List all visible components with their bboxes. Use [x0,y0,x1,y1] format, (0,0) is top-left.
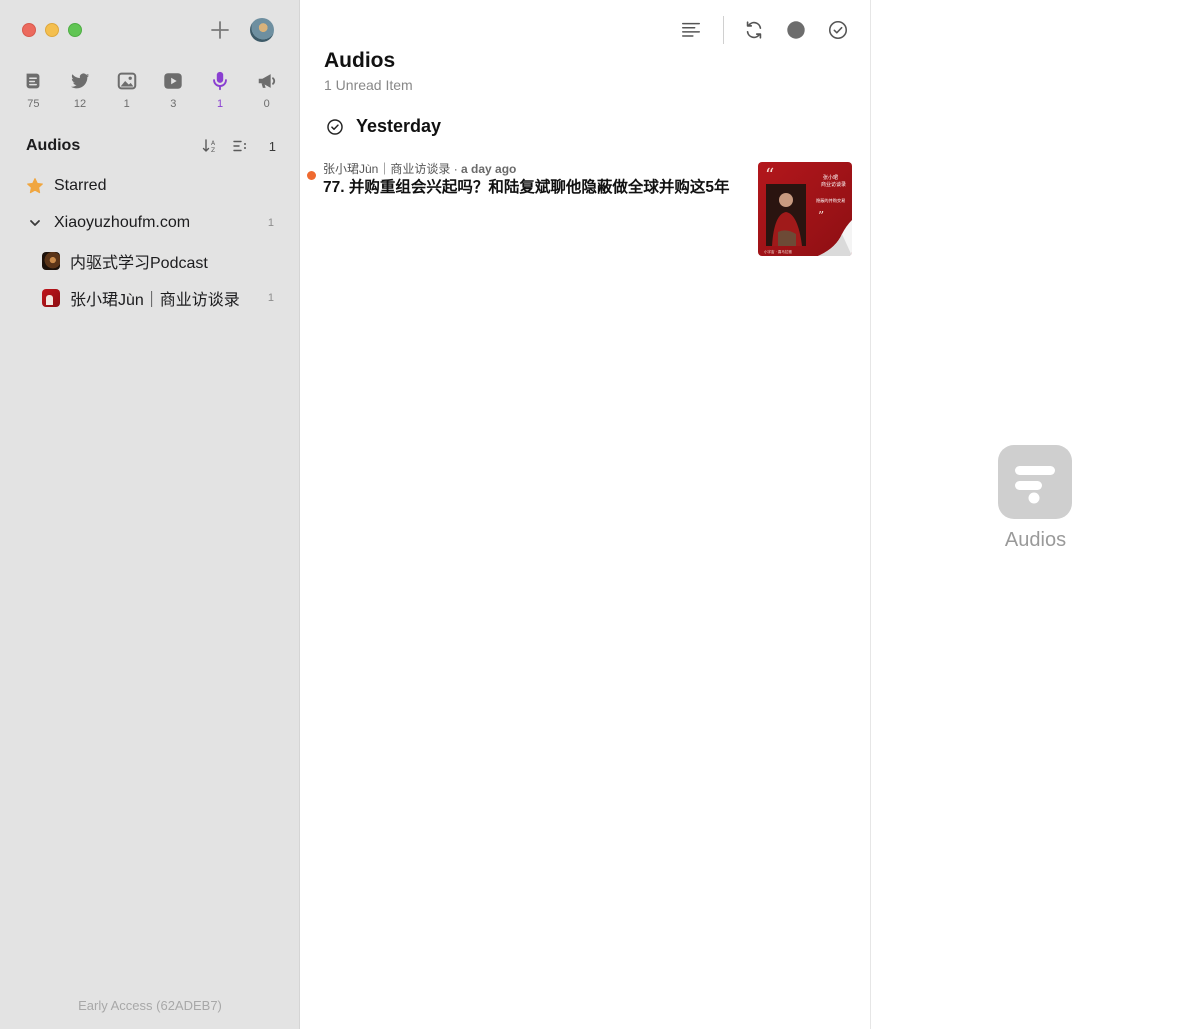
chevron-down-icon[interactable] [28,216,42,230]
user-avatar[interactable] [250,18,274,42]
date-group-label: Yesterday [356,116,442,136]
sidebar-feed-neiqu[interactable]: 内驱式学习Podcast [0,246,300,276]
entry-meta: 张小珺Jùn｜商业访谈录 · a day ago [323,160,516,177]
entry-title: 77. 并购重组会兴起吗？和陆复斌聊他隐蔽做全球并购这5年 [323,179,730,196]
svg-text:商业访谈录: 商业访谈录 [821,181,846,188]
refresh-button[interactable] [740,16,768,44]
sidebar-item-starred[interactable]: Starred [0,171,300,201]
sidebar-folder-xiaoyuzhoufm[interactable]: Xiaoyuzhoufm.com 1 [0,208,300,238]
text-align-left-icon [682,22,700,37]
star-icon [27,178,43,194]
svg-text:A: A [211,140,216,147]
filled-circle-icon [787,21,805,39]
entry-list-pane: Audios 1 Unread Item Yesterday 张小珺Jùn｜商业… [300,0,871,1029]
meta-separator: · [450,162,462,176]
refresh-icon [746,21,762,39]
entry-source: 张小珺Jùn｜商业访谈录 [323,162,451,176]
podcast-cover-icon [42,252,60,270]
megaphone-icon [258,74,275,88]
image-icon [117,72,136,90]
filter-count: 3 [170,98,177,110]
svg-text:“: “ [765,165,774,186]
sidebar-item-label: Xiaoyuzhoufm.com [54,214,191,231]
sidebar-item-label: 内驱式学习Podcast [70,255,208,272]
unread-badge: 1 [267,217,274,229]
empty-state-label: Audios [1004,529,1067,551]
entry-item[interactable]: 张小珺Jùn｜商业访谈录 · a day ago 77. 并购重组会兴起吗？和陆… [300,160,871,260]
sidebar-item-label: Starred [54,177,107,194]
unread-only-toggle[interactable] [782,16,810,44]
zoom-window-button[interactable] [68,23,82,37]
filter-count: 75 [27,98,40,110]
filter-videos[interactable]: 3 [150,70,197,110]
twitter-bird-icon [70,73,90,89]
unread-indicator [307,171,316,180]
app-logo-icon [998,445,1072,519]
list-toolbar [677,16,852,44]
svg-text:”: ” [818,209,824,223]
sidebar: 75 12 1 3 1 0 Audios A Z 1 Starred Xiaoy… [0,0,300,1029]
window-controls [22,23,82,37]
filter-pictures[interactable]: 1 [103,70,150,110]
check-circle-icon[interactable] [326,118,344,136]
filter-audios[interactable]: 1 [197,70,244,110]
unread-badge: 1 [267,292,274,304]
check-circle-icon [828,20,848,40]
sidebar-feed-zhangxiaojun[interactable]: 张小珺Jùn｜商业访谈录 1 [0,283,300,313]
add-feed-button[interactable] [208,18,232,42]
section-header: Audios A Z 1 [26,136,276,156]
microphone-icon [213,71,227,91]
filter-count: 0 [263,98,270,110]
content-type-filter-bar: 75 12 1 3 1 0 [10,70,290,110]
filter-count: 1 [216,98,224,110]
mark-all-read-button[interactable] [824,16,852,44]
section-title: Audios [26,137,81,154]
sort-alpha-icon[interactable]: A Z [202,138,218,154]
filter-count: 12 [73,98,87,110]
svg-text:小宇宙 · 喜马拉雅: 小宇宙 · 喜马拉雅 [764,249,792,254]
svg-text:隐蔽的并购交易: 隐蔽的并购交易 [816,197,845,204]
section-unread-count: 1 [268,138,276,154]
svg-text:Z: Z [211,147,215,154]
rss-scroll-icon [26,73,40,89]
list-filter-icon[interactable] [232,138,248,154]
video-play-icon [164,73,183,89]
podcast-cover-icon [42,289,60,307]
minimize-window-button[interactable] [45,23,59,37]
close-window-button[interactable] [22,23,36,37]
filter-count: 1 [123,98,130,110]
view-layout-button[interactable] [677,16,705,44]
detail-pane: Audios [871,0,1200,1029]
toolbar-divider [723,16,724,44]
filter-social[interactable]: 12 [57,70,104,110]
entry-time: a day ago [461,162,517,176]
unread-summary: 1 Unread Item [324,77,413,93]
plus-icon [211,21,229,39]
filter-notifications[interactable]: 0 [243,70,290,110]
date-group-header[interactable]: Yesterday [326,116,441,137]
list-title: Audios [324,49,396,72]
entry-thumbnail: “ 张小珺 商业访谈录 隐蔽的并购交易 ” 小宇宙 · 喜马拉雅 [758,162,852,256]
svg-text:张小珺: 张小珺 [823,174,838,181]
build-version-label: Early Access (62ADEB7) [78,998,222,1013]
sidebar-item-label: 张小珺Jùn｜商业访谈录 [70,292,240,309]
filter-articles[interactable]: 75 [10,70,57,110]
podcast-cover-art: “ 张小珺 商业访谈录 隐蔽的并购交易 ” 小宇宙 · 喜马拉雅 [764,165,852,256]
